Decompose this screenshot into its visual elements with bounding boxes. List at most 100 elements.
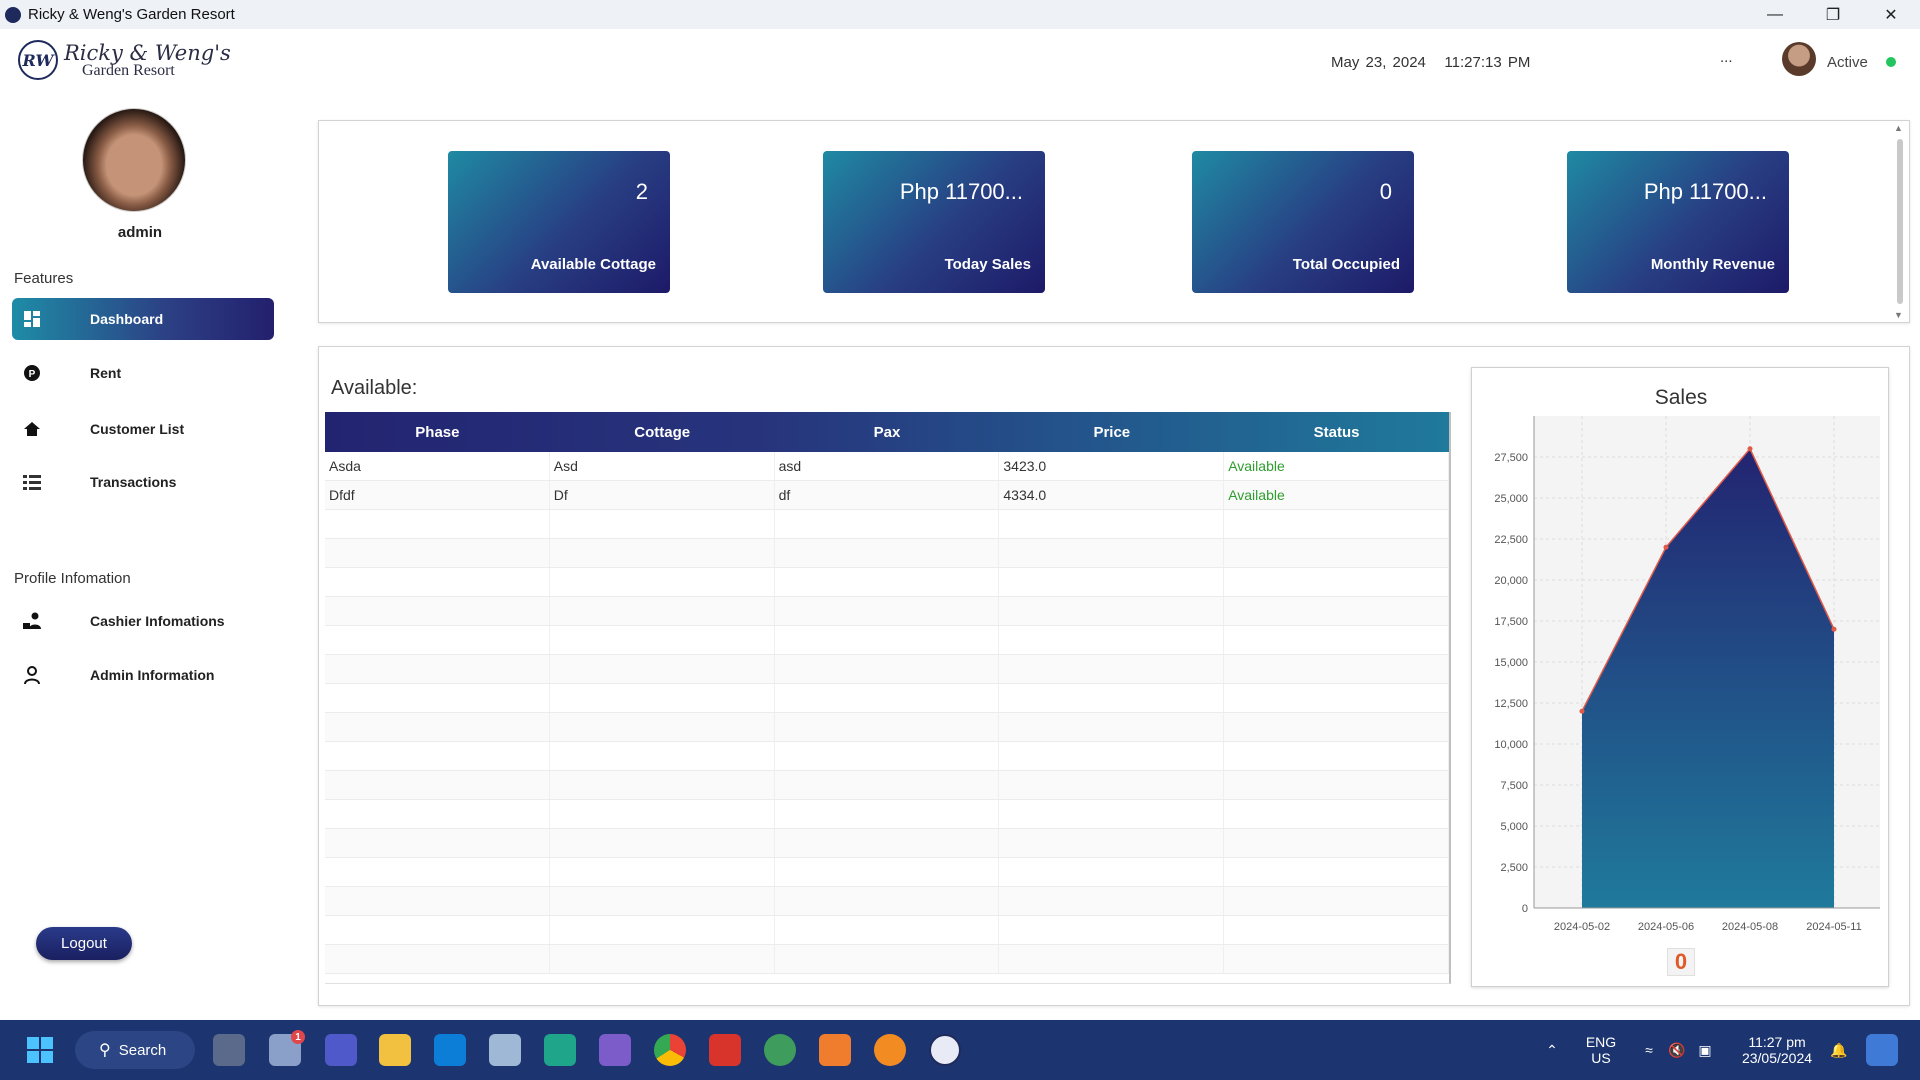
- column-header[interactable]: Phase: [325, 412, 550, 452]
- stats-scrollbar[interactable]: ▲ ▼: [1893, 123, 1907, 320]
- table-cell: [775, 800, 1000, 828]
- stat-label: Total Occupied: [1292, 256, 1400, 273]
- logout-button[interactable]: Logout: [36, 927, 132, 960]
- scroll-up-icon[interactable]: ▲: [1894, 123, 1903, 133]
- shield-icon[interactable]: [874, 1034, 906, 1066]
- table-cell: Asd: [550, 452, 775, 480]
- available-table: Phase Cottage Pax Price Status Asda Asd as…: [325, 412, 1451, 984]
- copilot-icon[interactable]: [1866, 1034, 1898, 1066]
- box-icon[interactable]: [489, 1034, 521, 1066]
- table-row[interactable]: [325, 916, 1449, 945]
- visual-studio-icon[interactable]: [599, 1034, 631, 1066]
- task-view-icon[interactable]: [213, 1034, 245, 1066]
- table-row[interactable]: [325, 771, 1449, 800]
- language-indicator[interactable]: ENG US: [1578, 1020, 1624, 1080]
- table-cell: [325, 510, 550, 538]
- table-cell: [999, 655, 1225, 683]
- table-cell: [999, 510, 1225, 538]
- rent-icon: P: [22, 363, 42, 383]
- table-cell: [775, 916, 1000, 944]
- wps-icon[interactable]: [709, 1034, 741, 1066]
- table-cell: [775, 887, 1000, 915]
- table-cell: [1224, 655, 1449, 683]
- column-header[interactable]: Status: [1224, 412, 1449, 452]
- stats-panel: 2 Available Cottage Php 11700... Today S…: [318, 120, 1910, 323]
- minimize-button[interactable]: —: [1746, 0, 1804, 29]
- table-row[interactable]: [325, 945, 1449, 974]
- taskbar-search[interactable]: ⚲ Search: [75, 1031, 195, 1069]
- table-row[interactable]: [325, 597, 1449, 626]
- scrollbar-thumb[interactable]: [1897, 139, 1903, 304]
- x-tick-label: 2024-05-08: [1722, 921, 1778, 933]
- status-dot-icon: [1886, 57, 1896, 67]
- table-row[interactable]: [325, 684, 1449, 713]
- table-cell: [775, 539, 1000, 567]
- table-row[interactable]: [325, 568, 1449, 597]
- y-tick-label: 0: [1522, 903, 1528, 915]
- table-row[interactable]: [325, 510, 1449, 539]
- column-header[interactable]: Pax: [775, 412, 1000, 452]
- sidebar-item-transactions[interactable]: Transactions: [12, 461, 274, 503]
- edge-icon[interactable]: [544, 1034, 576, 1066]
- sidebar-item-customer-list[interactable]: Customer List: [12, 408, 274, 450]
- close-button[interactable]: ✕: [1862, 0, 1920, 29]
- xampp-icon[interactable]: [819, 1034, 851, 1066]
- app-icon[interactable]: [764, 1034, 796, 1066]
- table-cell: Asda: [325, 452, 550, 480]
- file-explorer-icon[interactable]: [379, 1034, 411, 1066]
- chrome-icon[interactable]: [654, 1034, 686, 1066]
- table-cell: [1224, 597, 1449, 625]
- table-cell: [325, 742, 550, 770]
- table-cell: [999, 742, 1225, 770]
- vscode-icon[interactable]: [434, 1034, 466, 1066]
- table-row[interactable]: [325, 742, 1449, 771]
- resort-app-icon[interactable]: [929, 1034, 961, 1066]
- y-tick-label: 15,000: [1494, 657, 1528, 669]
- table-row[interactable]: [325, 800, 1449, 829]
- table-cell: [999, 800, 1225, 828]
- table-cell: [775, 771, 1000, 799]
- sidebar-item-admin-info[interactable]: Admin Information: [12, 654, 274, 696]
- sidebar-item-rent[interactable]: P Rent: [12, 352, 274, 394]
- notification-bell-icon[interactable]: 🔔: [1826, 1020, 1852, 1080]
- sidebar-item-dashboard[interactable]: Dashboard: [12, 298, 274, 340]
- column-header[interactable]: Price: [999, 412, 1224, 452]
- table-row[interactable]: [325, 887, 1449, 916]
- more-options-button[interactable]: ...: [1720, 49, 1733, 66]
- table-cell: Dfdf: [325, 481, 550, 509]
- table-row[interactable]: [325, 655, 1449, 684]
- table-row[interactable]: Dfdf Df df 4334.0 Available: [325, 481, 1449, 510]
- sidebar-item-label: Customer List: [90, 421, 185, 437]
- wifi-icon[interactable]: ≈: [1636, 1020, 1662, 1080]
- profile-section-label: Profile Infomation: [14, 570, 131, 587]
- table-row[interactable]: [325, 858, 1449, 887]
- table-cell: [550, 568, 775, 596]
- teams-icon[interactable]: [325, 1034, 357, 1066]
- table-row[interactable]: [325, 829, 1449, 858]
- system-clock[interactable]: 11:27 pm 23/05/2024: [1732, 1020, 1822, 1080]
- show-hidden-icons[interactable]: ⌃: [1540, 1020, 1564, 1080]
- table-cell: Available: [1224, 452, 1449, 480]
- logo-subtitle: Garden Resort: [82, 62, 175, 79]
- table-cell: [550, 800, 775, 828]
- table-cell: [1224, 887, 1449, 915]
- user-avatar[interactable]: [1782, 42, 1816, 76]
- volume-muted-icon[interactable]: 🔇: [1664, 1020, 1690, 1080]
- table-cell: [325, 568, 550, 596]
- scroll-down-icon[interactable]: ▼: [1894, 310, 1903, 320]
- table-row[interactable]: [325, 539, 1449, 568]
- table-cell: [775, 945, 1000, 973]
- table-row[interactable]: [325, 626, 1449, 655]
- windows-start-icon[interactable]: [24, 1034, 56, 1066]
- weather-icon[interactable]: 1: [269, 1030, 305, 1066]
- column-header[interactable]: Cottage: [550, 412, 775, 452]
- home-icon: [22, 419, 42, 439]
- available-title: Available:: [331, 377, 418, 399]
- table-row[interactable]: Asda Asd asd 3423.0 Available: [325, 452, 1449, 481]
- sidebar-item-cashier-info[interactable]: Cashier Infomations: [12, 600, 274, 642]
- restore-button[interactable]: ❐: [1804, 0, 1862, 29]
- table-cell: [999, 916, 1225, 944]
- battery-icon[interactable]: ▣: [1692, 1020, 1718, 1080]
- table-row[interactable]: [325, 713, 1449, 742]
- stat-label: Today Sales: [944, 256, 1031, 273]
